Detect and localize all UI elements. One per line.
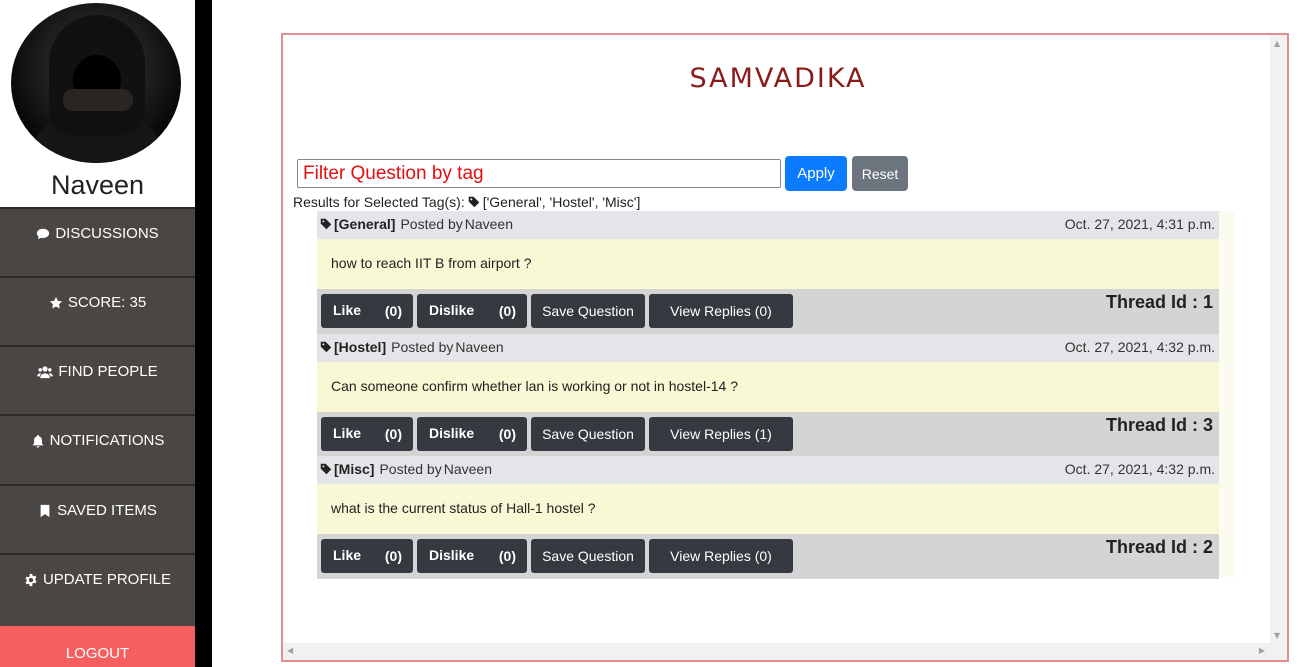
thread-tag[interactable]: [Misc]: [334, 461, 374, 477]
scroll-left-icon[interactable]: ◀: [287, 646, 293, 655]
like-label: Like: [333, 302, 362, 318]
thread-id: Thread Id : 2: [1105, 537, 1213, 557]
selected-tags-summary: Results for Selected Tag(s): ['General',…: [293, 194, 640, 210]
thread-meta: [General] Posted by Naveen: [320, 216, 513, 232]
sidebar-item-find-people[interactable]: FIND PEOPLE: [0, 345, 195, 414]
dislike-button[interactable]: Dislike (0): [417, 539, 527, 573]
vertical-scrollbar[interactable]: ▲ ▼: [1270, 35, 1287, 644]
dislike-button[interactable]: Dislike (0): [417, 294, 527, 328]
thread-list: [General] Posted by Naveen Oct. 27, 2021…: [317, 211, 1235, 579]
thread-header: [Misc] Posted by Naveen Oct. 27, 2021, 4…: [317, 456, 1219, 484]
like-count: (0): [384, 548, 402, 564]
apply-button[interactable]: Apply: [785, 156, 847, 191]
thread-author: Naveen: [464, 216, 513, 232]
thread-id: Thread Id : 3: [1105, 415, 1213, 435]
dislike-count: (0): [498, 303, 516, 319]
bell-icon: [32, 434, 43, 448]
tag-icon: [320, 341, 332, 353]
dislike-count: (0): [498, 426, 516, 442]
thread-meta: [Hostel] Posted by Naveen: [320, 339, 504, 355]
like-button[interactable]: Like (0): [321, 539, 413, 573]
bookmark-icon: [40, 504, 50, 517]
sidebar-item-label: NOTIFICATIONS: [49, 432, 165, 449]
scroll-up-icon[interactable]: ▲: [1274, 39, 1280, 48]
thread-actions: Like (0) Dislike (0) Save Question View …: [317, 412, 1219, 457]
like-button[interactable]: Like (0): [321, 294, 413, 328]
view-replies-button[interactable]: View Replies (0): [649, 539, 793, 573]
results-prefix: Results for Selected Tag(s):: [293, 194, 465, 210]
avatar: [11, 3, 181, 163]
results-tags: ['General', 'Hostel', 'Misc']: [482, 194, 641, 210]
thread-meta: [Misc] Posted by Naveen: [320, 461, 492, 477]
posted-by-label: Posted by: [379, 461, 442, 477]
thread-header: [Hostel] Posted by Naveen Oct. 27, 2021,…: [317, 334, 1219, 362]
dislike-label: Dislike: [429, 547, 475, 563]
thread-id: Thread Id : 1: [1105, 292, 1213, 312]
sidebar-item-saved-items[interactable]: SAVED ITEMS: [0, 484, 195, 553]
profile-panel: Naveen: [0, 0, 195, 208]
thread-date: Oct. 27, 2021, 4:31 p.m.: [1064, 216, 1215, 232]
like-button[interactable]: Like (0): [321, 417, 413, 451]
save-question-button[interactable]: Save Question: [531, 417, 645, 451]
posted-by-label: Posted by: [400, 216, 463, 232]
sidebar-divider: [195, 0, 212, 667]
star-icon: [49, 296, 62, 309]
thread-actions: Like (0) Dislike (0) Save Question View …: [317, 534, 1219, 579]
thread-date: Oct. 27, 2021, 4:32 p.m.: [1064, 339, 1215, 355]
save-question-button[interactable]: Save Question: [531, 539, 645, 573]
dislike-label: Dislike: [429, 425, 475, 441]
view-replies-button[interactable]: View Replies (1): [649, 417, 793, 451]
like-label: Like: [333, 547, 362, 563]
dislike-count: (0): [498, 548, 516, 564]
horizontal-scrollbar[interactable]: ◀ ▶: [283, 643, 1287, 660]
users-icon: [37, 365, 54, 378]
scroll-right-icon[interactable]: ▶: [1259, 646, 1265, 655]
tag-filter-input[interactable]: [297, 159, 781, 188]
comment-icon: [37, 228, 50, 239]
view-replies-button[interactable]: View Replies (0): [649, 294, 793, 328]
sidebar-item-score[interactable]: SCORE: 35: [0, 276, 195, 345]
posted-by-label: Posted by: [391, 339, 454, 355]
thread-date: Oct. 27, 2021, 4:32 p.m.: [1064, 461, 1215, 477]
reset-button[interactable]: Reset: [852, 156, 908, 191]
sidebar-item-update-profile[interactable]: UPDATE PROFILE: [0, 553, 195, 622]
tag-icon: [468, 196, 479, 208]
thread-tag[interactable]: [Hostel]: [334, 339, 386, 355]
page-title: SAMVADIKA: [689, 63, 867, 94]
thread-author: Naveen: [443, 461, 492, 477]
sidebar-item-label: SAVED ITEMS: [57, 502, 157, 519]
sidebar-item-label: SCORE: 35: [67, 294, 147, 311]
sidebar-item-notifications[interactable]: NOTIFICATIONS: [0, 414, 195, 483]
gear-icon: [25, 573, 37, 586]
thread-header: [General] Posted by Naveen Oct. 27, 2021…: [317, 211, 1219, 239]
thread-question: Can someone confirm whether lan is worki…: [317, 362, 1219, 412]
content-frame: SAMVADIKA Apply Reset Results for Select…: [281, 33, 1289, 662]
like-count: (0): [384, 303, 402, 319]
dislike-button[interactable]: Dislike (0): [417, 417, 527, 451]
thread-question: how to reach IIT B from airport ?: [317, 239, 1219, 289]
tag-icon: [320, 463, 332, 475]
username: Naveen: [50, 170, 145, 200]
scroll-down-icon[interactable]: ▼: [1274, 631, 1280, 640]
sidebar: Naveen DISCUSSIONS SCORE: 35 FIND PEOPLE…: [0, 0, 195, 667]
sidebar-item-label: DISCUSSIONS: [55, 225, 159, 242]
tag-icon: [320, 218, 332, 230]
like-label: Like: [333, 425, 362, 441]
thread-actions: Like (0) Dislike (0) Save Question View …: [317, 289, 1219, 334]
thread-question: what is the current status of Hall-1 hos…: [317, 484, 1219, 534]
sidebar-item-label: UPDATE PROFILE: [42, 571, 172, 588]
sidebar-item-label: FIND PEOPLE: [58, 363, 158, 380]
sidebar-item-discussions[interactable]: DISCUSSIONS: [0, 207, 195, 276]
logout-button[interactable]: LOGOUT: [0, 626, 195, 667]
save-question-button[interactable]: Save Question: [531, 294, 645, 328]
thread-tag[interactable]: [General]: [334, 216, 395, 232]
dislike-label: Dislike: [429, 302, 475, 318]
like-count: (0): [384, 426, 402, 442]
thread-author: Naveen: [455, 339, 504, 355]
